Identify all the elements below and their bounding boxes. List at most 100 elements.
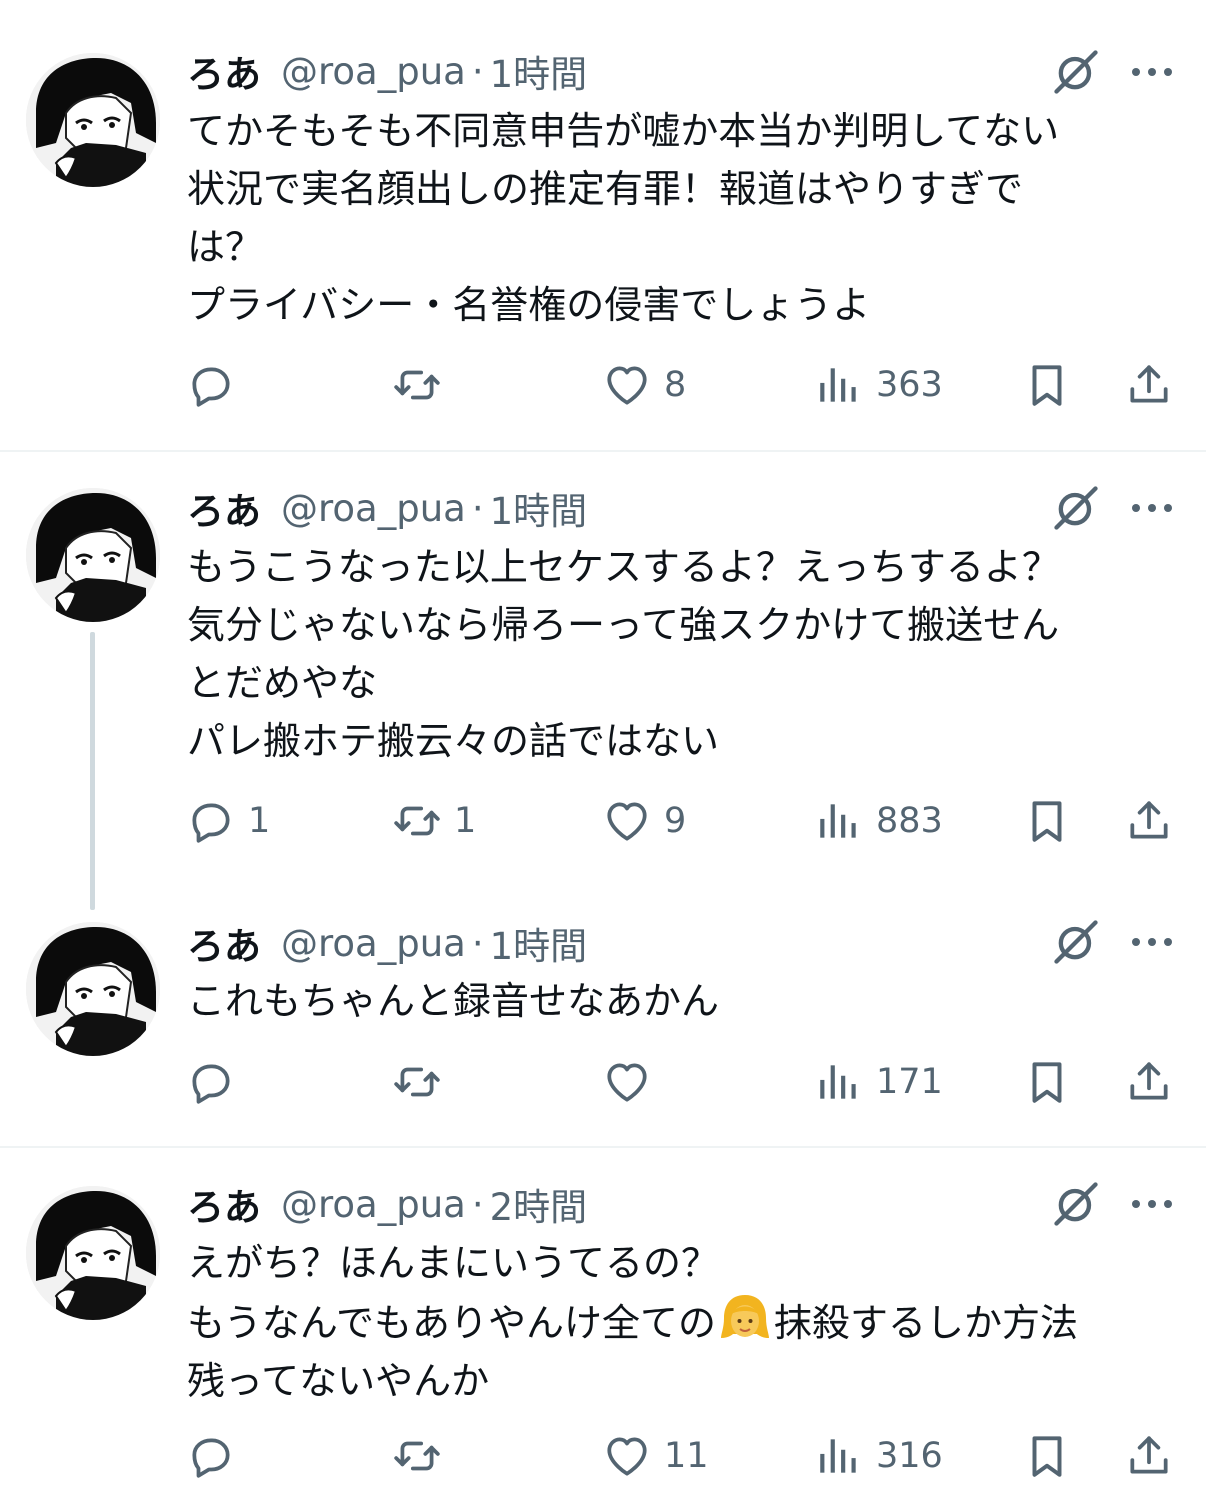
views-icon <box>814 796 864 846</box>
share-button[interactable] <box>1124 1054 1174 1110</box>
tweet-header: ろあ @roa_pua · 2時間 <box>187 1181 587 1230</box>
share-icon <box>1124 1057 1174 1107</box>
tweet-text-line: えがち？ほんまにいうてるの？ <box>187 1241 720 1285</box>
reply-button[interactable] <box>186 1428 248 1484</box>
user-handle[interactable]: @roa_pua <box>281 922 466 965</box>
display-name[interactable]: ろあ <box>187 916 261 970</box>
avatar[interactable] <box>26 488 160 622</box>
bookmark-button[interactable] <box>1022 1428 1072 1484</box>
user-handle[interactable]: @roa_pua <box>281 1183 466 1226</box>
heart-icon <box>602 796 652 846</box>
more-icon[interactable] <box>1128 498 1176 518</box>
tweet-text: これもちゃんと録音せなあかん <box>187 972 1187 1030</box>
reply-button[interactable] <box>186 357 248 413</box>
tweet-3[interactable]: ろあ @roa_pua · 1時間 これもちゃんと録音せなあかん 171 <box>0 896 1206 1146</box>
tweet-text-segment: 抹殺するしか方法 <box>773 1301 1078 1345</box>
separator-dot: · <box>471 49 484 93</box>
separator-dot: · <box>471 486 484 530</box>
share-button[interactable] <box>1124 793 1174 849</box>
reply-icon <box>186 1057 236 1107</box>
tweet-text-line-with-emoji: もうなんでもありやんけ全ての 抹殺するしか方法 <box>187 1292 1187 1352</box>
grok-icon[interactable] <box>1050 1178 1102 1230</box>
tweet-4[interactable]: ろあ @roa_pua · 2時間 えがち？ほんまにいうてるの？ もうなんでもあ… <box>0 1148 1206 1504</box>
bookmark-icon <box>1022 1057 1072 1107</box>
more-icon[interactable] <box>1128 62 1176 82</box>
bookmark-button[interactable] <box>1022 793 1072 849</box>
tweet-text-line: パレ搬ホテ搬云々の話ではない <box>187 719 720 763</box>
more-icon[interactable] <box>1128 1194 1176 1214</box>
heart-icon <box>602 1057 652 1107</box>
tweet-text-line: は？ <box>187 225 264 269</box>
retweet-icon <box>392 796 442 846</box>
reply-button[interactable] <box>186 1054 248 1110</box>
like-count: 9 <box>664 801 687 841</box>
grok-icon[interactable] <box>1050 482 1102 534</box>
views-button[interactable]: 316 <box>814 1428 943 1484</box>
like-button[interactable]: 8 <box>602 357 686 413</box>
woman-emoji <box>720 1295 769 1338</box>
view-count: 883 <box>876 801 943 841</box>
bookmark-button[interactable] <box>1022 357 1072 413</box>
display-name[interactable]: ろあ <box>187 44 261 98</box>
timestamp[interactable]: 1時間 <box>490 481 588 535</box>
views-button[interactable]: 171 <box>814 1054 943 1110</box>
tweet-1[interactable]: ろあ @roa_pua · 1時間 てかそもそも不同意申告が嘘か本当か判明してな… <box>0 0 1206 450</box>
tweet-text-line: 気分じゃないなら帰ろーって強スクかけて搬送せん <box>187 603 1060 647</box>
retweet-button[interactable]: 1 <box>392 793 476 849</box>
views-button[interactable]: 363 <box>814 357 943 413</box>
reply-count: 1 <box>248 801 271 841</box>
separator-dot: · <box>471 921 484 965</box>
retweet-icon <box>392 1057 442 1107</box>
heart-icon <box>602 1431 652 1481</box>
tweet-text-line: プライバシー・名誉権の侵害でしょうよ <box>187 283 871 327</box>
timestamp[interactable]: 1時間 <box>490 916 588 970</box>
tweet-2[interactable]: ろあ @roa_pua · 1時間 もうこうなった以上セケスするよ？えっちするよ… <box>0 452 1206 896</box>
view-count: 171 <box>876 1062 943 1102</box>
retweet-button[interactable] <box>392 1054 454 1110</box>
avatar[interactable] <box>26 1186 160 1320</box>
user-handle[interactable]: @roa_pua <box>281 50 466 93</box>
bookmark-icon <box>1022 360 1072 410</box>
tweet-text-line: これもちゃんと録音せなあかん <box>187 979 720 1023</box>
bookmark-button[interactable] <box>1022 1054 1072 1110</box>
share-button[interactable] <box>1124 1428 1174 1484</box>
views-icon <box>814 360 864 410</box>
like-button[interactable]: 9 <box>602 793 686 849</box>
retweet-count: 1 <box>454 801 477 841</box>
avatar[interactable] <box>26 53 160 187</box>
retweet-button[interactable] <box>392 1428 454 1484</box>
tweet-header: ろあ @roa_pua · 1時間 <box>187 920 587 969</box>
view-count: 363 <box>876 365 943 405</box>
views-button[interactable]: 883 <box>814 793 943 849</box>
separator-dot: · <box>471 1182 484 1226</box>
tweet-actions: 171 <box>0 1054 1206 1110</box>
tweet-text-segment: もうなんでもありやんけ全ての <box>187 1301 716 1345</box>
like-button[interactable] <box>602 1054 664 1110</box>
thread-connector <box>90 632 95 910</box>
more-icon[interactable] <box>1128 932 1176 952</box>
retweet-button[interactable] <box>392 357 454 413</box>
tweet-text-line: てかそもそも不同意申告が嘘か本当か判明してない <box>187 109 1060 153</box>
views-icon <box>814 1431 864 1481</box>
grok-icon[interactable] <box>1050 916 1102 968</box>
share-button[interactable] <box>1124 357 1174 413</box>
display-name[interactable]: ろあ <box>187 1177 261 1231</box>
user-handle[interactable]: @roa_pua <box>281 487 466 530</box>
timestamp[interactable]: 1時間 <box>490 44 588 98</box>
tweet-text: えがち？ほんまにいうてるの？ もうなんでもありやんけ全ての 抹殺するしか方法 残っ… <box>187 1234 1187 1410</box>
reply-button[interactable]: 1 <box>186 793 270 849</box>
grok-icon[interactable] <box>1050 46 1102 98</box>
avatar[interactable] <box>26 922 160 1056</box>
like-count: 11 <box>664 1436 709 1476</box>
tweet-header: ろあ @roa_pua · 1時間 <box>187 485 587 534</box>
display-name[interactable]: ろあ <box>187 481 261 535</box>
heart-icon <box>602 360 652 410</box>
retweet-icon <box>392 360 442 410</box>
tweet-text-line: 残ってないやんか <box>187 1359 490 1403</box>
views-icon <box>814 1057 864 1107</box>
like-count: 8 <box>664 365 687 405</box>
like-button[interactable]: 11 <box>602 1428 709 1484</box>
tweet-text-line: もうこうなった以上セケスするよ？えっちするよ？ <box>187 545 1060 589</box>
tweet-actions: 1 1 9 883 <box>0 793 1206 849</box>
timestamp[interactable]: 2時間 <box>490 1177 588 1231</box>
